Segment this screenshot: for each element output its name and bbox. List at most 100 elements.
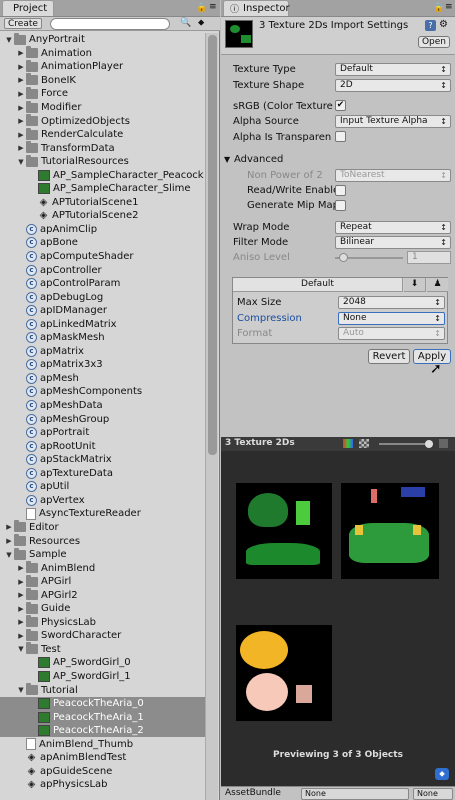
tree-item[interactable]: c apControlParam xyxy=(0,277,205,291)
expand-arrow-open-icon[interactable]: ▼ xyxy=(16,645,26,653)
tree-item[interactable]: c apStackMatrix xyxy=(0,453,205,467)
tab-project[interactable]: Project xyxy=(2,0,54,16)
tree-item[interactable]: ▶ APGirl xyxy=(0,574,205,589)
tree-item[interactable]: c apMeshData xyxy=(0,399,205,413)
tree-item[interactable]: ▶ Modifier xyxy=(0,100,205,115)
tree-item[interactable]: ▼ Sample xyxy=(0,547,205,562)
advanced-foldout[interactable]: Advanced xyxy=(234,154,283,165)
create-button[interactable]: Create xyxy=(4,18,42,29)
tree-item[interactable]: ▼ Tutorial xyxy=(0,683,205,697)
tree-item[interactable]: ▶ RenderCalculate xyxy=(0,127,205,142)
expand-arrow-closed-icon[interactable]: ▶ xyxy=(16,605,26,613)
srgb-checkbox[interactable]: ✔ xyxy=(335,100,346,111)
settings-gear-icon[interactable]: ⚙ xyxy=(439,19,448,30)
scrollbar-thumb[interactable] xyxy=(208,35,217,455)
tree-item[interactable]: ▶ AnimationPlayer xyxy=(0,59,205,74)
compression-dropdown[interactable]: None xyxy=(338,312,445,325)
expand-arrow-closed-icon[interactable]: ▶ xyxy=(16,117,26,125)
expand-arrow-closed-icon[interactable]: ▶ xyxy=(16,632,26,640)
tree-item[interactable]: c apBone xyxy=(0,236,205,250)
expand-arrow-closed-icon[interactable]: ▶ xyxy=(16,131,26,139)
tree-item[interactable]: c apPortrait xyxy=(0,426,205,440)
tree-item[interactable]: ▼ TutorialResources xyxy=(0,154,205,169)
filter-mode-dropdown[interactable]: Bilinear xyxy=(335,236,451,249)
project-scrollbar[interactable] xyxy=(205,33,218,800)
tree-item[interactable]: c apTextureData xyxy=(0,467,205,481)
tree-item[interactable]: c apUtil xyxy=(0,480,205,494)
tag-icon[interactable]: ⬥ xyxy=(435,768,449,780)
search-input[interactable] xyxy=(50,18,170,30)
tree-item[interactable]: c apController xyxy=(0,263,205,277)
tree-item[interactable]: c apVertex xyxy=(0,494,205,508)
tree-item[interactable]: ◈ apGuideScene xyxy=(0,765,205,779)
tree-item[interactable]: PeacockTheAria_0 xyxy=(0,696,205,711)
tree-item[interactable]: PeacockTheAria_1 xyxy=(0,710,205,724)
expand-arrow-closed-icon[interactable]: ▶ xyxy=(16,104,26,112)
advanced-foldout-icon[interactable]: ▼ xyxy=(224,155,230,164)
tree-item[interactable]: ◈ APTutorialScene1 xyxy=(0,196,205,210)
wrap-mode-dropdown[interactable]: Repeat xyxy=(335,221,451,234)
tree-item[interactable]: c apMeshComponents xyxy=(0,385,205,399)
rgb-channel-icon[interactable] xyxy=(343,439,353,448)
expand-arrow-closed-icon[interactable]: ▶ xyxy=(16,618,26,626)
texture-shape-dropdown[interactable]: 2D xyxy=(335,79,451,92)
tree-item[interactable]: ▼ AnyPortrait xyxy=(0,33,205,47)
alpha-source-dropdown[interactable]: Input Texture Alpha xyxy=(335,115,451,128)
tree-item[interactable]: ▶ Resources xyxy=(0,534,205,548)
tree-item[interactable]: AsyncTextureReader xyxy=(0,507,205,521)
tab-inspector[interactable]: ⓘ Inspector xyxy=(223,0,290,16)
open-button[interactable]: Open xyxy=(418,36,450,48)
tree-item[interactable]: AP_SwordGirl_1 xyxy=(0,670,205,684)
expand-arrow-open-icon[interactable]: ▼ xyxy=(16,158,26,166)
tree-item[interactable]: AP_SwordGirl_0 xyxy=(0,656,205,670)
npot-dropdown[interactable]: ToNearest xyxy=(335,169,451,182)
tree-item[interactable]: ◈ APTutorialScene2 xyxy=(0,209,205,223)
revert-button[interactable]: Revert xyxy=(368,349,410,364)
expand-arrow-closed-icon[interactable]: ▶ xyxy=(16,144,26,152)
lock-icon[interactable]: 🔒 xyxy=(433,3,444,13)
lock-icon[interactable]: 🔒 xyxy=(196,3,207,13)
tree-item[interactable]: ▶ TransformData xyxy=(0,141,205,155)
help-icon[interactable]: ? xyxy=(425,20,436,31)
tree-item[interactable]: c apMatrix xyxy=(0,345,205,359)
tree-item[interactable]: ◈ apPhysicsLab xyxy=(0,778,205,792)
tree-item[interactable]: ▶ Guide xyxy=(0,601,205,616)
expand-arrow-closed-icon[interactable]: ▶ xyxy=(16,564,26,572)
alpha-transparency-checkbox[interactable] xyxy=(335,131,346,142)
format-dropdown[interactable]: Auto xyxy=(338,327,445,340)
menu-icon[interactable]: ≡ xyxy=(445,2,453,12)
tree-item[interactable]: c apMesh xyxy=(0,372,205,386)
label-filter-icon[interactable]: ⬥ xyxy=(198,18,204,28)
tree-item[interactable]: ◈ apAnimBlendTest xyxy=(0,751,205,765)
readwrite-checkbox[interactable] xyxy=(335,185,346,196)
platform-tab-android[interactable]: ♟ xyxy=(427,278,448,292)
aniso-slider-handle[interactable] xyxy=(339,253,348,262)
tree-item[interactable]: ▼ Test xyxy=(0,642,205,657)
tree-item[interactable]: ▶ AnimBlend xyxy=(0,561,205,575)
texture-type-dropdown[interactable]: Default xyxy=(335,63,451,76)
tree-item[interactable]: c apMeshGroup xyxy=(0,412,205,426)
expand-arrow-closed-icon[interactable]: ▶ xyxy=(16,49,26,57)
tree-item[interactable]: ▶ OptimizedObjects xyxy=(0,114,205,128)
assetbundle-variant-dropdown[interactable]: None xyxy=(413,788,453,800)
tree-item[interactable]: AP_SampleCharacter_Peacock xyxy=(0,168,205,182)
expand-arrow-closed-icon[interactable]: ▶ xyxy=(4,523,14,531)
tree-item[interactable]: c apDebugLog xyxy=(0,290,205,304)
expand-arrow-open-icon[interactable]: ▼ xyxy=(4,551,14,559)
tree-item[interactable]: c apLinkedMatrix xyxy=(0,317,205,331)
expand-arrow-closed-icon[interactable]: ▶ xyxy=(16,591,26,599)
alpha-channel-icon[interactable] xyxy=(359,439,369,448)
expand-arrow-open-icon[interactable]: ▼ xyxy=(16,686,26,694)
tree-item[interactable]: ▶ Force xyxy=(0,86,205,101)
tree-item[interactable]: c apAnimClip xyxy=(0,223,205,237)
tree-item[interactable]: ▶ PhysicsLab xyxy=(0,615,205,630)
tree-item[interactable]: ▶ Editor xyxy=(0,520,205,535)
tree-item[interactable]: AnimBlend_Thumb xyxy=(0,737,205,751)
max-size-dropdown[interactable]: 2048 xyxy=(338,296,445,309)
filter-icon[interactable]: 🔍 xyxy=(180,18,191,28)
expand-arrow-open-icon[interactable]: ▼ xyxy=(4,36,14,44)
tree-item[interactable]: ▶ SwordCharacter xyxy=(0,628,205,643)
tree-item[interactable]: c apIDManager xyxy=(0,304,205,318)
tree-item[interactable]: c apRootUnit xyxy=(0,439,205,453)
tree-item[interactable]: c apMaskMesh xyxy=(0,331,205,345)
